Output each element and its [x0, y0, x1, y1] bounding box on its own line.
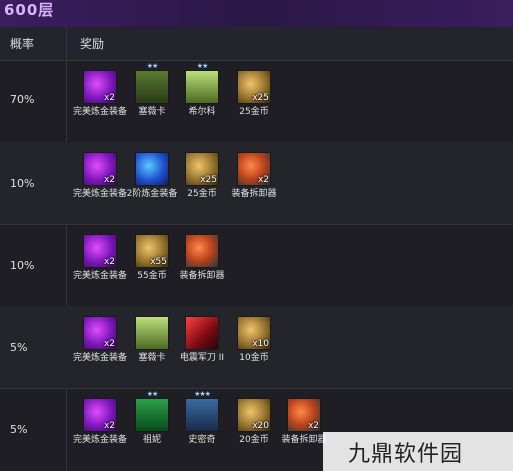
- page-header: 600层: [0, 0, 513, 27]
- item-name: 完美炼金装备: [72, 353, 127, 363]
- item-name: 希尔科: [188, 107, 216, 117]
- item-quantity: x2: [103, 339, 115, 349]
- floor-title: 600层: [4, 1, 55, 19]
- item-name: 完美炼金装备: [72, 189, 127, 199]
- item-name: 完美炼金装备: [72, 271, 127, 281]
- item-name: 装备拆卸器: [179, 271, 225, 281]
- item-name: 25金币: [187, 189, 217, 199]
- purple-orb-icon: x2: [83, 316, 117, 350]
- item-name: 装备拆卸器: [231, 189, 277, 199]
- reward-item[interactable]: x2 完美炼金装备: [70, 234, 130, 282]
- item-quantity: x2: [103, 93, 115, 103]
- reward-item[interactable]: x2 完美炼金装备: [70, 70, 130, 118]
- gear-dismantler-icon: [185, 234, 219, 268]
- probability-cell: 10%: [10, 177, 35, 190]
- gear-dismantler-icon: x2: [237, 152, 271, 186]
- gold-coins-icon: x25: [237, 70, 271, 104]
- gear-dismantler-icon: x2: [287, 398, 321, 432]
- item-quantity: x2: [257, 175, 269, 185]
- star-rating: ★★: [196, 62, 209, 70]
- hero-portrait-icon: [135, 398, 169, 432]
- item-quantity: x20: [252, 421, 269, 431]
- column-header-probability: 概率: [10, 37, 35, 51]
- reward-item[interactable]: 装备拆卸器: [172, 234, 232, 282]
- gold-coins-icon: x10: [237, 316, 271, 350]
- item-name: 电震军刀 II: [179, 353, 225, 363]
- item-name: 完美炼金装备: [72, 435, 127, 445]
- item-quantity: x55: [150, 257, 167, 267]
- item-quantity: x25: [252, 93, 269, 103]
- table-row: 70% x2 完美炼金装备 ★★ 塞薇卡 ★★ 希尔科 x25 25金币: [0, 60, 513, 143]
- reward-item[interactable]: x2 完美炼金装备: [70, 398, 130, 446]
- reward-item[interactable]: x2 完美炼金装备: [70, 316, 130, 364]
- reward-item[interactable]: x10 10金币: [224, 316, 284, 364]
- item-quantity: x2: [307, 421, 319, 431]
- hero-portrait-icon: [135, 316, 169, 350]
- reward-item[interactable]: ★★ 希尔科: [172, 62, 232, 118]
- item-quantity: x2: [103, 175, 115, 185]
- probability-cell: 5%: [10, 423, 28, 436]
- table-row: 5% x2 完美炼金装备 塞薇卡 电震军刀 II x10 10金币: [0, 306, 513, 389]
- purple-orb-icon: x2: [83, 234, 117, 268]
- gold-coins-icon: x55: [135, 234, 169, 268]
- item-name: 史密奇: [188, 435, 216, 445]
- reward-item[interactable]: ★★★ 史密奇: [172, 390, 232, 446]
- item-name: 25金币: [239, 107, 269, 117]
- watermark: 九鼎软件园: [323, 432, 513, 471]
- item-quantity: x2: [103, 257, 115, 267]
- item-quantity: x10: [252, 339, 269, 349]
- saber-icon: [185, 316, 219, 350]
- watermark-text: 九鼎软件园: [348, 442, 464, 467]
- probability-cell: 10%: [10, 259, 35, 272]
- blue-orb-icon: [135, 152, 169, 186]
- item-name: 10金币: [239, 353, 269, 363]
- probability-cell: 5%: [10, 341, 28, 354]
- table-row: 10% x2 完美炼金装备 2阶炼金装备 x25 25金币 x2 装备拆卸器: [0, 142, 513, 225]
- reward-item[interactable]: x25 25金币: [172, 152, 232, 200]
- gold-coins-icon: x20: [237, 398, 271, 432]
- probability-cell: 70%: [10, 93, 35, 106]
- hero-portrait-icon: [135, 70, 169, 104]
- reward-item[interactable]: x2 完美炼金装备: [70, 152, 130, 200]
- table-header: 概率 奖励: [0, 27, 513, 61]
- purple-orb-icon: x2: [83, 70, 117, 104]
- purple-orb-icon: x2: [83, 398, 117, 432]
- reward-item[interactable]: x2 装备拆卸器: [224, 152, 284, 200]
- star-rating: ★★★: [194, 390, 211, 398]
- column-header-reward: 奖励: [80, 37, 105, 51]
- reward-item[interactable]: x25 25金币: [224, 70, 284, 118]
- hero-portrait-icon: [185, 70, 219, 104]
- item-quantity: x25: [200, 175, 217, 185]
- table-row: 10% x2 完美炼金装备 x55 55金币 装备拆卸器: [0, 224, 513, 307]
- purple-orb-icon: x2: [83, 152, 117, 186]
- item-quantity: x2: [103, 421, 115, 431]
- reward-item[interactable]: 电震军刀 II: [172, 316, 232, 364]
- hero-portrait-icon: [185, 398, 219, 432]
- item-name: 完美炼金装备: [72, 107, 127, 117]
- gold-coins-icon: x25: [185, 152, 219, 186]
